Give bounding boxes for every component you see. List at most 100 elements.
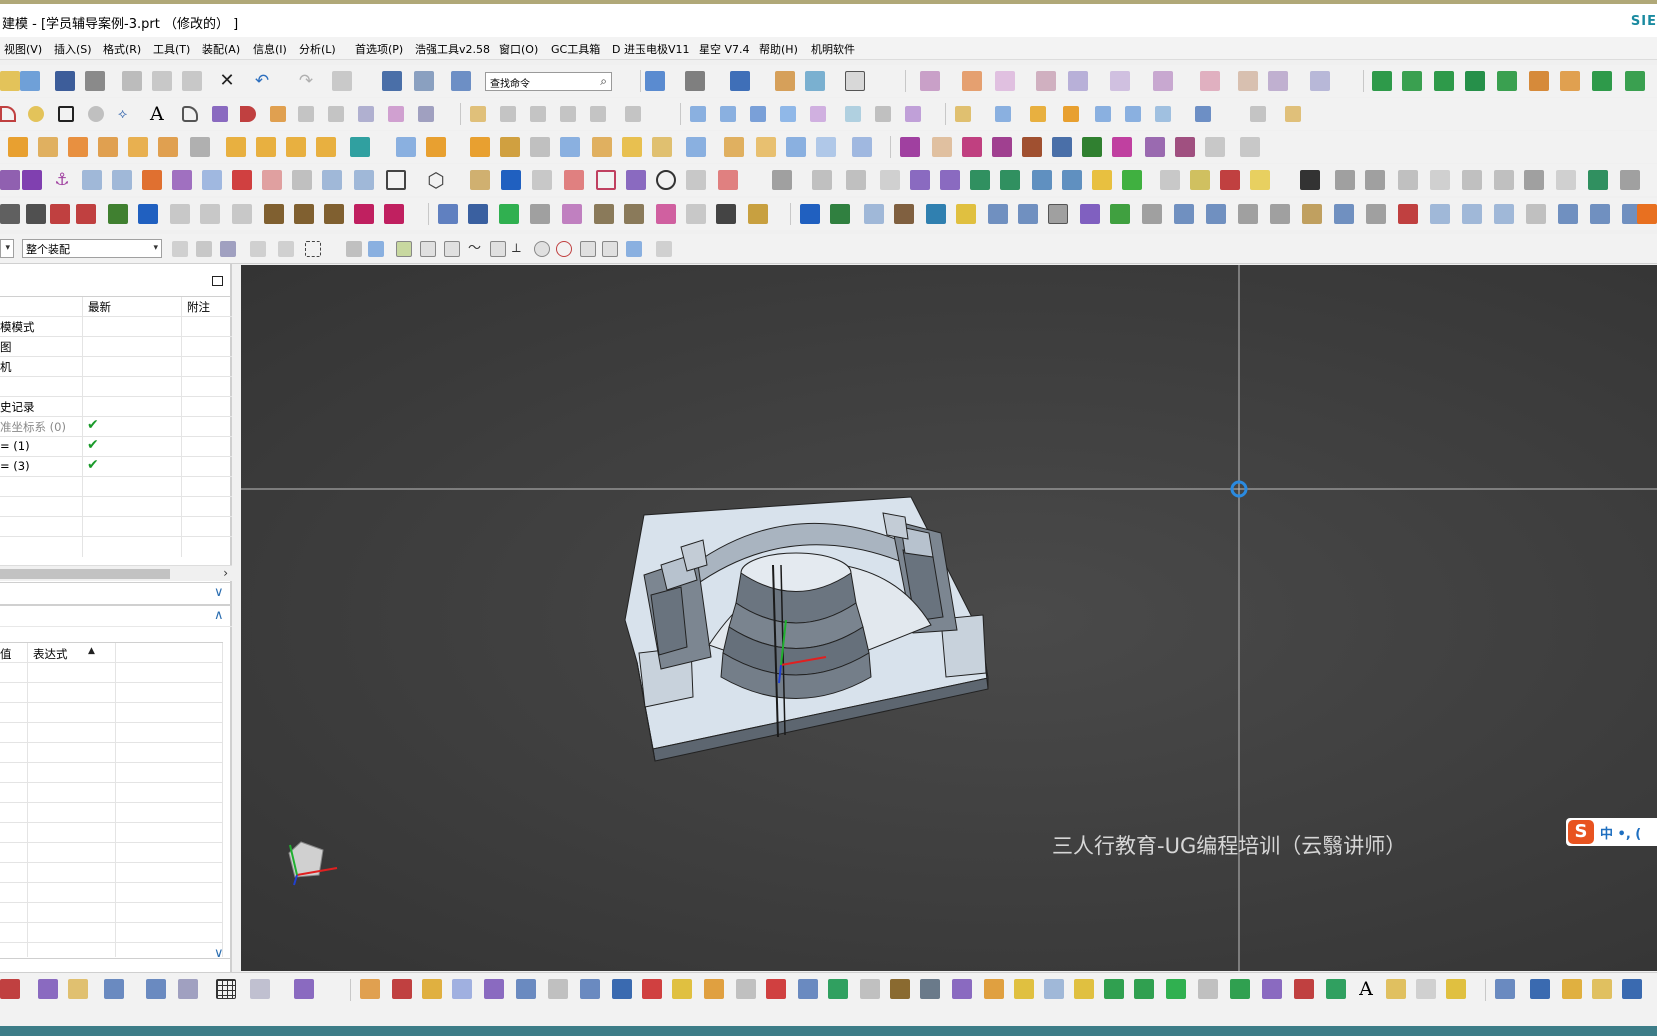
thicken-icon[interactable]: [1030, 106, 1046, 122]
snap-control-point-icon[interactable]: [490, 241, 506, 257]
bottom-14-icon[interactable]: [516, 979, 536, 999]
bridge-curve-icon[interactable]: [270, 106, 286, 122]
mold-22-icon[interactable]: [716, 204, 736, 224]
electrode-18-icon[interactable]: [1366, 204, 1386, 224]
bottom-25-icon[interactable]: [860, 979, 880, 999]
arc-icon[interactable]: [0, 106, 16, 122]
pattern-feature-icon[interactable]: [816, 137, 836, 157]
mold-arrow-left-icon[interactable]: [108, 204, 128, 224]
analysis-27-icon[interactable]: [1032, 170, 1052, 190]
plugin-green-6-icon[interactable]: [1592, 71, 1612, 91]
untrim-icon[interactable]: [1155, 106, 1171, 122]
mold-15-icon[interactable]: [499, 204, 519, 224]
n-sided-surface-icon[interactable]: [845, 106, 861, 122]
analysis-21-icon[interactable]: [772, 170, 792, 190]
intersect-curve-icon[interactable]: [240, 106, 256, 122]
bottom-19-icon[interactable]: [672, 979, 692, 999]
section-curve-icon[interactable]: [418, 106, 434, 122]
command-search-input[interactable]: 查找命令 ⌕: [485, 72, 612, 91]
assembly-tool-3-icon[interactable]: [995, 71, 1015, 91]
anchor-icon[interactable]: ⚓: [52, 170, 72, 190]
swept-icon[interactable]: [810, 106, 826, 122]
menu-analysis[interactable]: 分析(L): [299, 41, 336, 57]
bottom-26-icon[interactable]: [890, 979, 910, 999]
bottom-35-icon[interactable]: [1166, 979, 1186, 999]
snap-4-icon[interactable]: [250, 241, 266, 257]
arrow-left-icon[interactable]: [910, 170, 930, 190]
command-finder-icon[interactable]: [451, 71, 471, 91]
mold-20-icon[interactable]: [656, 204, 676, 224]
analysis-22-icon[interactable]: [812, 170, 832, 190]
project-curve-icon[interactable]: [212, 106, 228, 122]
analysis-6-icon[interactable]: [172, 170, 192, 190]
assembly-tool-4-icon[interactable]: [1036, 71, 1056, 91]
bottom-46-icon[interactable]: [1592, 979, 1612, 999]
scrollbar-thumb[interactable]: [0, 569, 170, 579]
sync-replace-face-icon[interactable]: [992, 137, 1012, 157]
rectangle-select-icon[interactable]: [386, 170, 406, 190]
plugin-green-7-icon[interactable]: [1625, 71, 1645, 91]
replace-face-icon[interactable]: [724, 137, 744, 157]
hexagon-icon[interactable]: ⬡: [426, 170, 446, 190]
analysis-31-icon[interactable]: [1160, 170, 1180, 190]
plugin-green-5-icon[interactable]: [1497, 71, 1517, 91]
menu-assembly[interactable]: 装配(A): [202, 41, 240, 57]
bottom-18-icon[interactable]: [642, 979, 662, 999]
curve-length-icon[interactable]: [530, 106, 546, 122]
electrode-7-icon[interactable]: [988, 204, 1008, 224]
analysis-15-icon[interactable]: [532, 170, 552, 190]
circle-spline-icon[interactable]: [28, 106, 44, 122]
bottom-28-icon[interactable]: [952, 979, 972, 999]
mold-3-icon[interactable]: [50, 204, 70, 224]
electrode-20-icon[interactable]: [1430, 204, 1450, 224]
sweep-along-guide-icon[interactable]: [756, 137, 776, 157]
fillet-curve-icon[interactable]: [560, 106, 576, 122]
analysis-8-icon[interactable]: [232, 170, 252, 190]
patch-icon[interactable]: [1095, 106, 1111, 122]
mold-5-icon[interactable]: [170, 204, 190, 224]
open-icon[interactable]: [20, 71, 40, 91]
electrode-24-icon[interactable]: [1558, 204, 1578, 224]
text-annotation-icon[interactable]: A: [1356, 979, 1376, 999]
studio-surface-icon[interactable]: [780, 106, 796, 122]
analysis-33-icon[interactable]: [1220, 170, 1240, 190]
split-curve-icon[interactable]: [328, 106, 344, 122]
snap-2-icon[interactable]: [196, 241, 212, 257]
analysis-17-icon[interactable]: [596, 170, 616, 190]
bottom-41-icon[interactable]: [1386, 979, 1406, 999]
analysis-1-icon[interactable]: [0, 170, 20, 190]
circle-icon[interactable]: [656, 170, 676, 190]
assembly-tool-1-icon[interactable]: [920, 71, 940, 91]
analysis-35-icon[interactable]: [1300, 170, 1320, 190]
bottom-23-icon[interactable]: [798, 979, 818, 999]
touch-mode-icon[interactable]: [382, 71, 402, 91]
sync-resize-blend-icon[interactable]: [1022, 137, 1042, 157]
electrode-23-icon[interactable]: [1526, 204, 1546, 224]
navigator-horizontal-scrollbar[interactable]: ›: [0, 565, 232, 581]
menu-window[interactable]: 窗口(O): [499, 41, 538, 57]
nav-node-cameras[interactable]: 机: [0, 359, 12, 375]
bottom-36-icon[interactable]: [1198, 979, 1218, 999]
snap-intersection-icon[interactable]: ⟂: [512, 241, 528, 257]
block-icon[interactable]: [8, 137, 28, 157]
mold-14-icon[interactable]: [468, 204, 488, 224]
render-style-icon[interactable]: [685, 71, 705, 91]
sync-paste-face-icon[interactable]: [1112, 137, 1132, 157]
eye-icon[interactable]: [1462, 170, 1482, 190]
bottom-37-icon[interactable]: [1230, 979, 1250, 999]
menu-info[interactable]: 信息(I): [253, 41, 287, 57]
plugin-green-1-icon[interactable]: [1372, 71, 1392, 91]
bottom-44-icon[interactable]: [1495, 979, 1515, 999]
plugin-green-2-icon[interactable]: [1402, 71, 1422, 91]
electrode-4-icon[interactable]: [894, 204, 914, 224]
type-filter-dropdown[interactable]: ▾: [0, 239, 14, 258]
extension-icon[interactable]: [995, 106, 1011, 122]
assembly-tool-9-icon[interactable]: [1238, 71, 1258, 91]
details-collapse-chevron-icon[interactable]: ∧: [214, 608, 224, 623]
plugin-green-3-icon[interactable]: [1434, 71, 1454, 91]
analysis-7-icon[interactable]: [202, 170, 222, 190]
bottom-38-icon[interactable]: [1262, 979, 1282, 999]
menu-jiming-software[interactable]: 机明软件: [811, 41, 855, 57]
electrode-19-icon[interactable]: [1398, 204, 1418, 224]
mirror-surface-icon[interactable]: [1195, 106, 1211, 122]
